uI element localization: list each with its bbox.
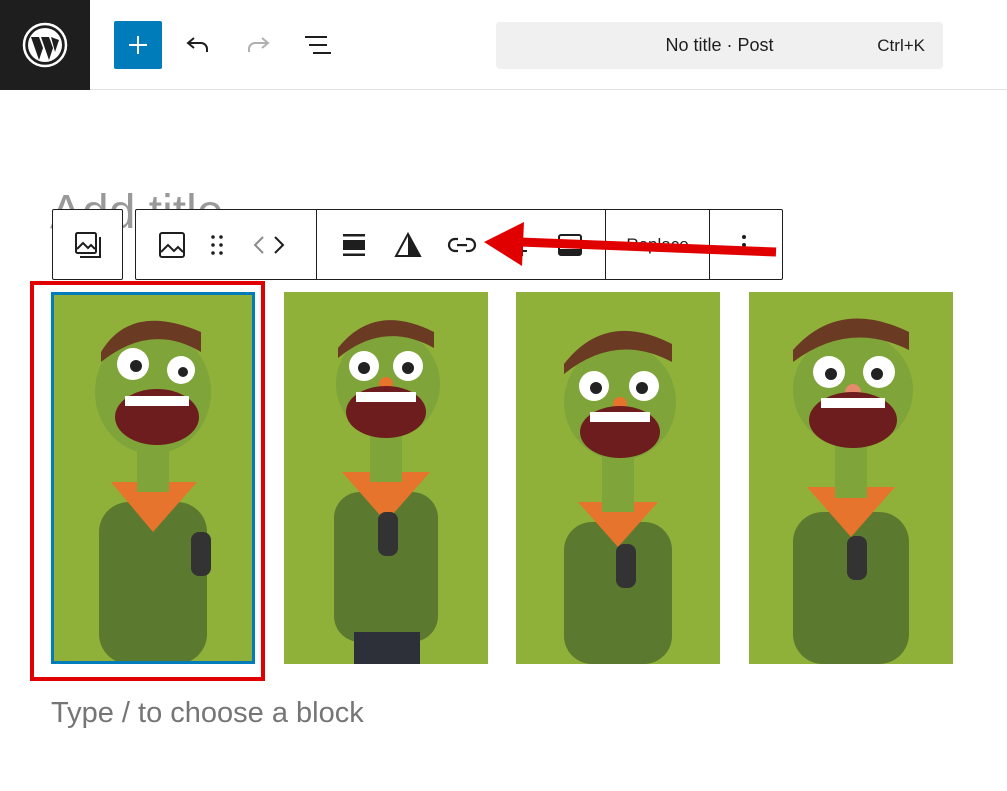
redo-button[interactable] (234, 21, 282, 69)
wordpress-icon (22, 22, 68, 68)
toolbar-separator (316, 210, 317, 279)
select-parent-gallery-button[interactable] (52, 209, 123, 280)
undo-button[interactable] (174, 21, 222, 69)
gallery-image-4[interactable] (749, 292, 953, 664)
move-arrows-icon (253, 235, 285, 254)
gallery-image-1[interactable] (51, 292, 255, 664)
document-title: No title · Post (665, 35, 774, 55)
annotation-arrow-icon (484, 222, 777, 266)
plus-icon (129, 36, 147, 54)
block-type-image-button[interactable] (150, 210, 194, 279)
align-icon (343, 233, 365, 256)
character-illustration (51, 292, 255, 664)
gallery-icon (74, 231, 101, 258)
image-icon (159, 231, 185, 258)
block-appender-placeholder[interactable]: Type / to choose a block (51, 697, 364, 730)
link-button[interactable] (440, 210, 484, 279)
duotone-icon (394, 231, 422, 257)
list-view-icon (305, 36, 331, 54)
character-illustration (749, 292, 953, 664)
link-icon (447, 237, 477, 252)
move-buttons[interactable] (244, 210, 294, 279)
align-button[interactable] (332, 210, 376, 279)
undo-icon (186, 37, 208, 52)
drag-handle-icon (211, 234, 223, 255)
drag-handle[interactable] (202, 210, 232, 279)
wordpress-logo[interactable] (0, 0, 90, 90)
redo-icon (248, 37, 270, 52)
editor-header: No title · Post Ctrl+K (0, 0, 1007, 90)
add-block-button[interactable] (114, 21, 162, 69)
command-palette-bar[interactable]: No title · Post Ctrl+K (496, 22, 943, 69)
character-illustration (284, 292, 488, 664)
keyboard-shortcut: Ctrl+K (877, 36, 925, 55)
character-illustration (516, 292, 720, 664)
document-overview-button[interactable] (294, 21, 342, 69)
gallery-image-2[interactable] (284, 292, 488, 664)
duotone-button[interactable] (386, 210, 430, 279)
gallery-image-3[interactable] (516, 292, 720, 664)
